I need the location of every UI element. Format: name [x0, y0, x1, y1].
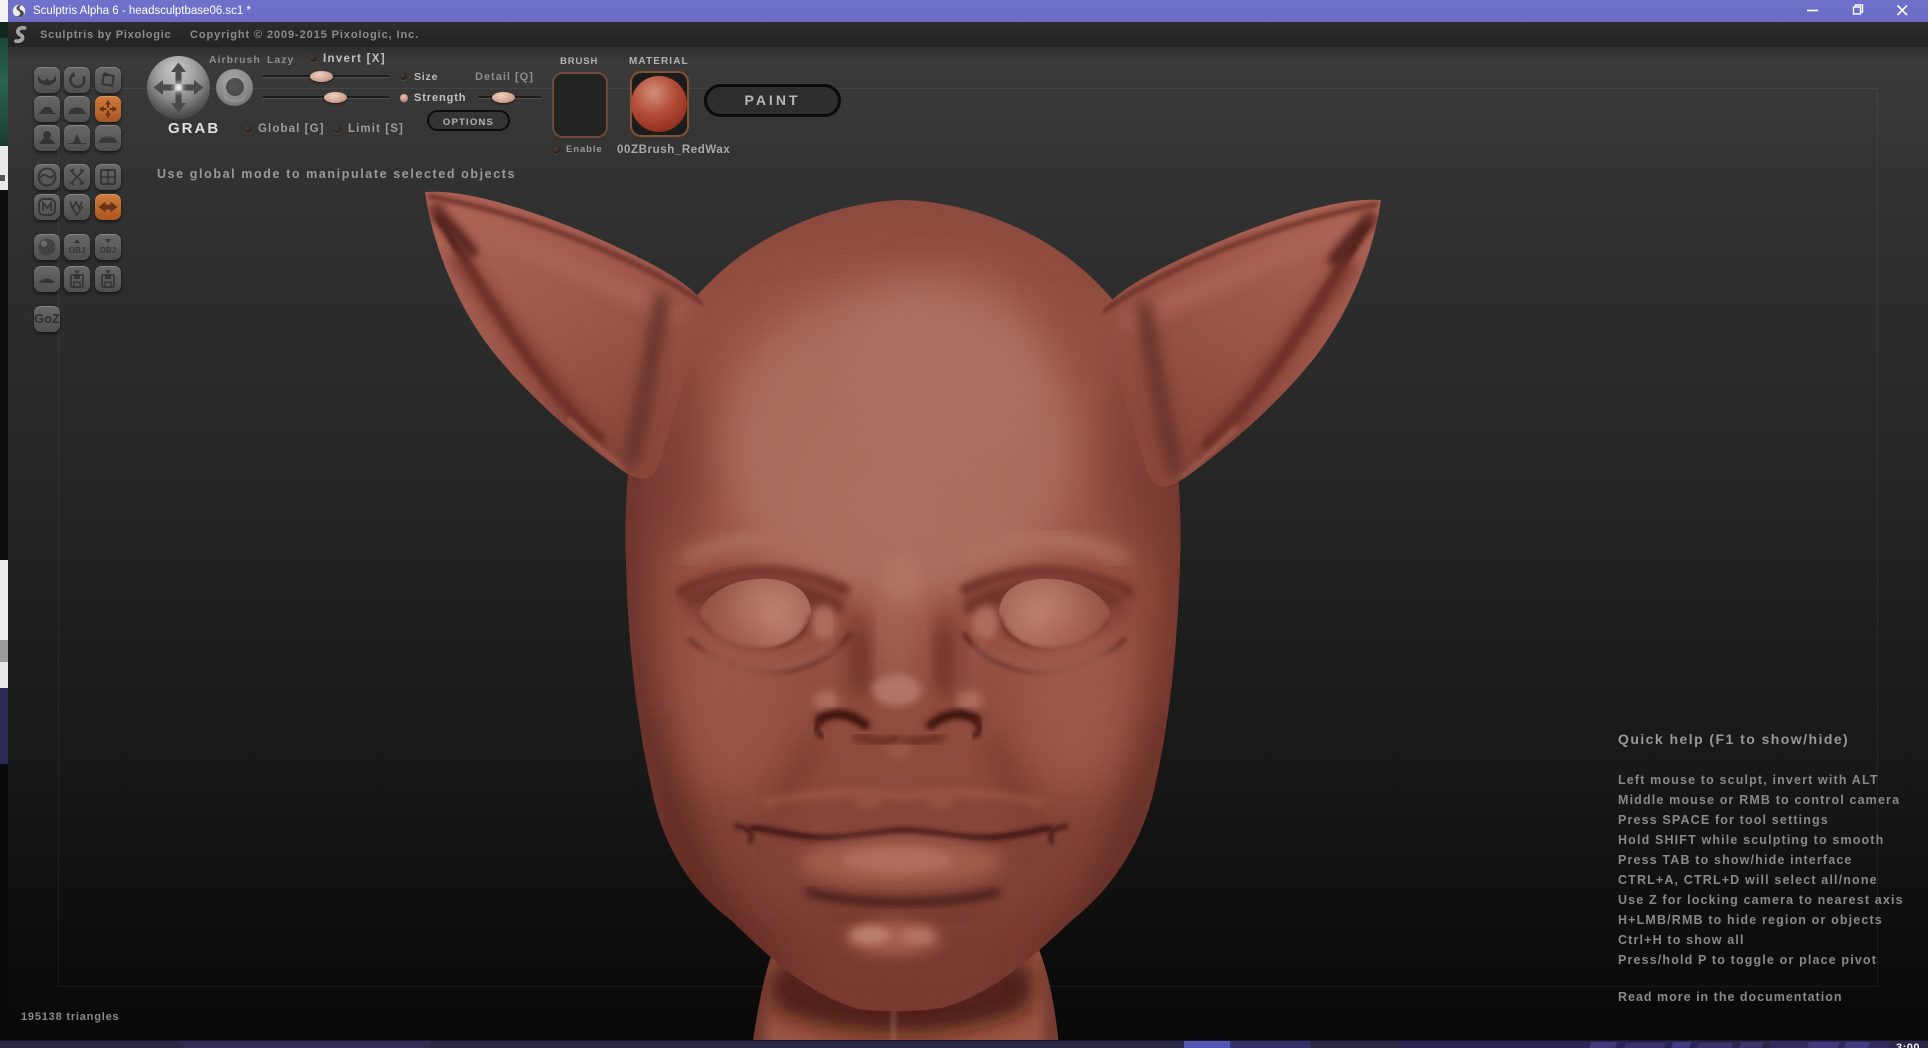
svg-text:OBJ: OBJ: [69, 246, 85, 255]
svg-text:OBJ: OBJ: [100, 246, 116, 255]
